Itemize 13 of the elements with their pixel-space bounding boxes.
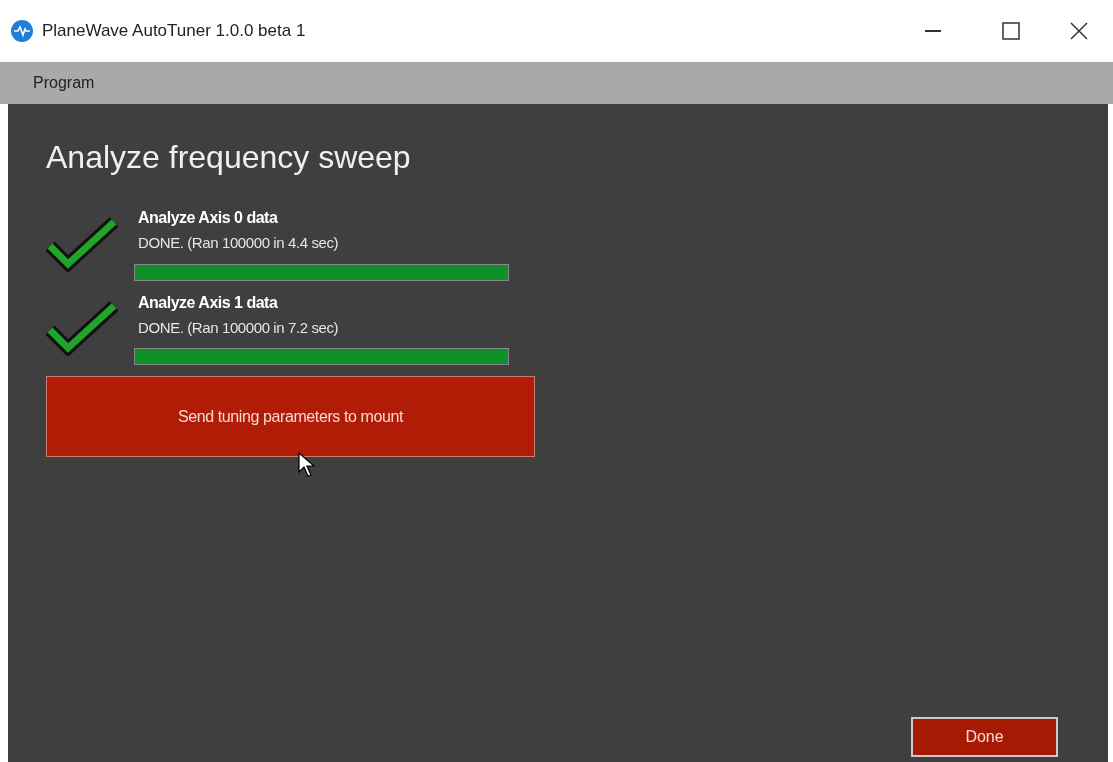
menu-item[interactable]: Program bbox=[30, 71, 98, 95]
task-title: Analyze Axis 0 data bbox=[138, 208, 279, 229]
done-button[interactable]: Done bbox=[911, 717, 1058, 757]
app-icon bbox=[10, 19, 34, 43]
page-heading: Analyze frequency sweep bbox=[46, 138, 412, 177]
close-icon[interactable] bbox=[1070, 22, 1088, 40]
cursor-icon bbox=[298, 452, 316, 478]
window-title: PlaneWave AutoTuner 1.0.0 beta 1 bbox=[42, 20, 306, 43]
task-title: Analyze Axis 1 data bbox=[138, 292, 279, 313]
task-status: DONE. (Ran 100000 in 7.2 sec) bbox=[138, 317, 340, 338]
maximize-icon[interactable] bbox=[1002, 22, 1020, 40]
send-parameters-button[interactable]: Send tuning parameters to mount bbox=[46, 376, 535, 458]
task-status: DONE. (Ran 100000 in 4.4 sec) bbox=[138, 233, 340, 254]
